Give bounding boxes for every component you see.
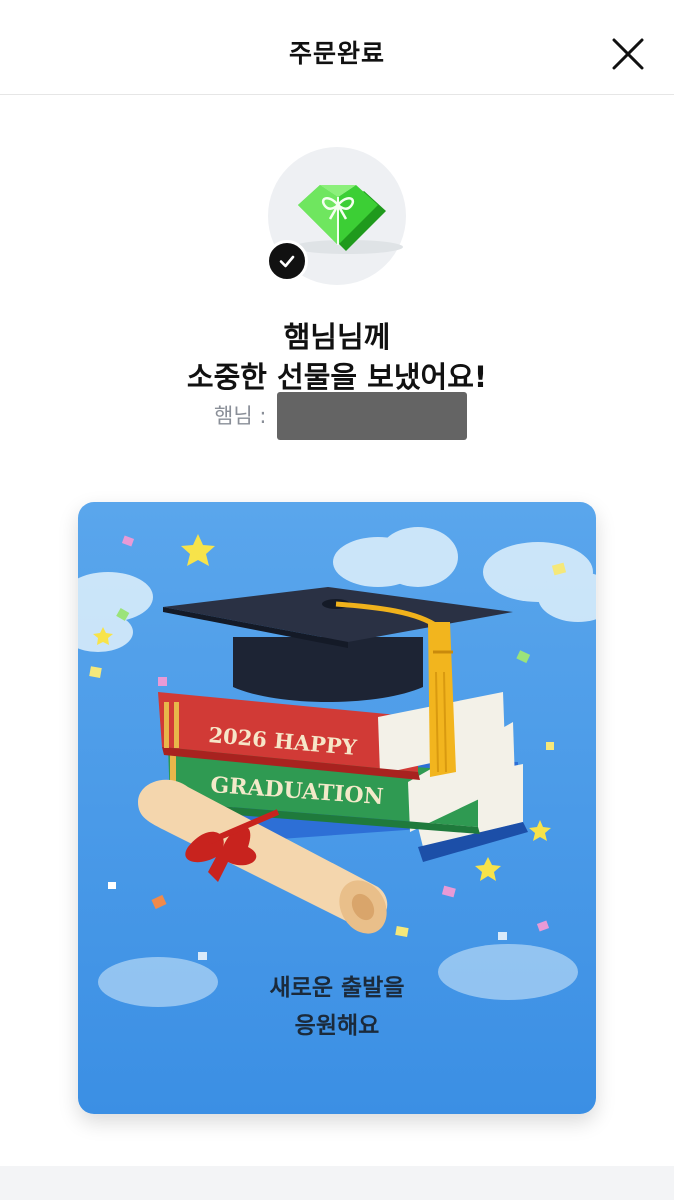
check-icon	[279, 255, 295, 268]
bottom-divider	[0, 1166, 674, 1200]
sent-message: 소중한 선물을 보냈어요!	[186, 360, 488, 394]
recipient-label: 햄님 :	[214, 404, 267, 428]
gift-card: GRADUATION 2026 HAPPY 새로운 출발을 응원해요	[78, 502, 596, 1114]
close-icon	[612, 38, 644, 70]
header-bar: 주문완료	[0, 0, 674, 95]
page-title: 주문완료	[288, 39, 385, 68]
check-badge	[266, 240, 308, 282]
recipient-title: 햄님님께	[283, 320, 391, 354]
close-button[interactable]	[606, 32, 650, 76]
redacted-recipient-info	[277, 392, 467, 440]
card-message-line2: 응원해요	[294, 1013, 380, 1039]
card-message-line1: 새로운 출발을	[269, 975, 405, 1001]
